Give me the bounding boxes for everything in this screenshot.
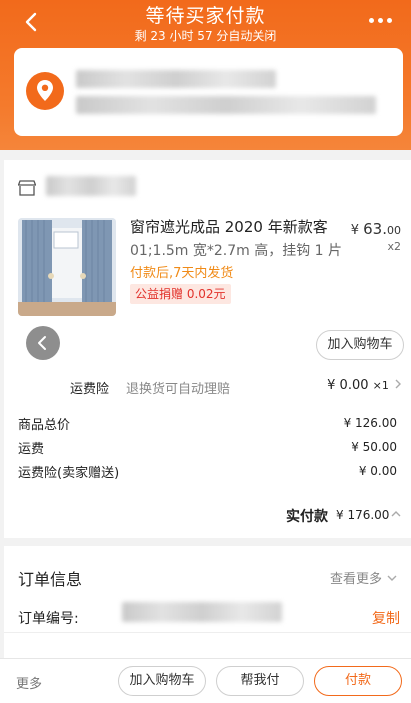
summary-label: 运费险(卖家赠送) bbox=[18, 466, 120, 481]
redacted-recipient bbox=[76, 70, 276, 88]
summary-label: 运费 bbox=[18, 442, 45, 457]
floating-back-icon[interactable] bbox=[26, 326, 60, 360]
product-spec: 01;1.5m 宽*2.7m 高，挂钩 1 片 bbox=[130, 243, 343, 259]
product-price: ¥ 63.00 bbox=[350, 220, 401, 238]
product-name[interactable]: 窗帘遮光成品 2020 年新款客 bbox=[130, 216, 360, 238]
total-value: ¥ 176.00 bbox=[336, 508, 390, 522]
order-info-section: 订单信息 查看更多 订单编号: 复制 bbox=[4, 546, 411, 666]
insurance-label: 运费险 bbox=[70, 382, 110, 397]
order-number-label: 订单编号: bbox=[18, 611, 79, 627]
summary-value: ¥ 126.00 bbox=[343, 416, 397, 430]
summary-label: 商品总价 bbox=[18, 418, 71, 433]
location-pin-icon bbox=[26, 72, 64, 110]
total-label: 实付款 bbox=[286, 509, 328, 525]
chevron-down-icon bbox=[387, 575, 397, 581]
chevron-up-icon[interactable] bbox=[390, 509, 402, 519]
summary-value: ¥ 0.00 bbox=[358, 464, 397, 478]
product-thumbnail[interactable] bbox=[18, 218, 116, 316]
summary-value: ¥ 50.00 bbox=[351, 440, 397, 454]
store-icon bbox=[17, 180, 37, 196]
divider bbox=[4, 632, 411, 633]
redacted-order-number bbox=[122, 602, 282, 622]
redacted-shop-name bbox=[46, 176, 136, 196]
shipping-note: 付款后,7天内发货 bbox=[130, 266, 234, 281]
more-button[interactable]: 更多 bbox=[16, 673, 42, 692]
address-card[interactable] bbox=[14, 48, 403, 136]
view-more-link[interactable]: 查看更多 bbox=[330, 568, 398, 587]
insurance-desc: 退换货可自动理赔 bbox=[126, 382, 231, 397]
copy-button[interactable]: 复制 bbox=[372, 608, 400, 628]
order-info-title: 订单信息 bbox=[18, 570, 83, 589]
product-quantity: x2 bbox=[387, 240, 401, 253]
more-dots-icon[interactable] bbox=[369, 10, 395, 30]
order-status-header: 等待买家付款 剩 23 小时 57 分自动关闭 bbox=[0, 0, 411, 150]
help-pay-button[interactable]: 帮我付 bbox=[216, 666, 304, 696]
add-to-cart-button[interactable]: 加入购物车 bbox=[316, 330, 404, 360]
order-item-card: 窗帘遮光成品 2020 年新款客 ¥ 63.00 x2 01;1.5m 宽*2.… bbox=[4, 160, 411, 538]
chevron-right-icon bbox=[395, 379, 401, 389]
redacted-address bbox=[76, 96, 376, 114]
pay-button[interactable]: 付款 bbox=[314, 666, 402, 696]
charity-badge: 公益捐赠 0.02元 bbox=[130, 284, 231, 304]
insurance-value[interactable]: ¥ 0.00 ×1 bbox=[327, 378, 403, 393]
page-title: 等待买家付款 bbox=[145, 5, 266, 27]
add-to-cart-button[interactable]: 加入购物车 bbox=[118, 666, 206, 696]
bottom-action-bar: 更多 加入购物车 帮我付 付款 bbox=[0, 658, 411, 703]
countdown-text: 剩 23 小时 57 分自动关闭 bbox=[134, 29, 277, 43]
